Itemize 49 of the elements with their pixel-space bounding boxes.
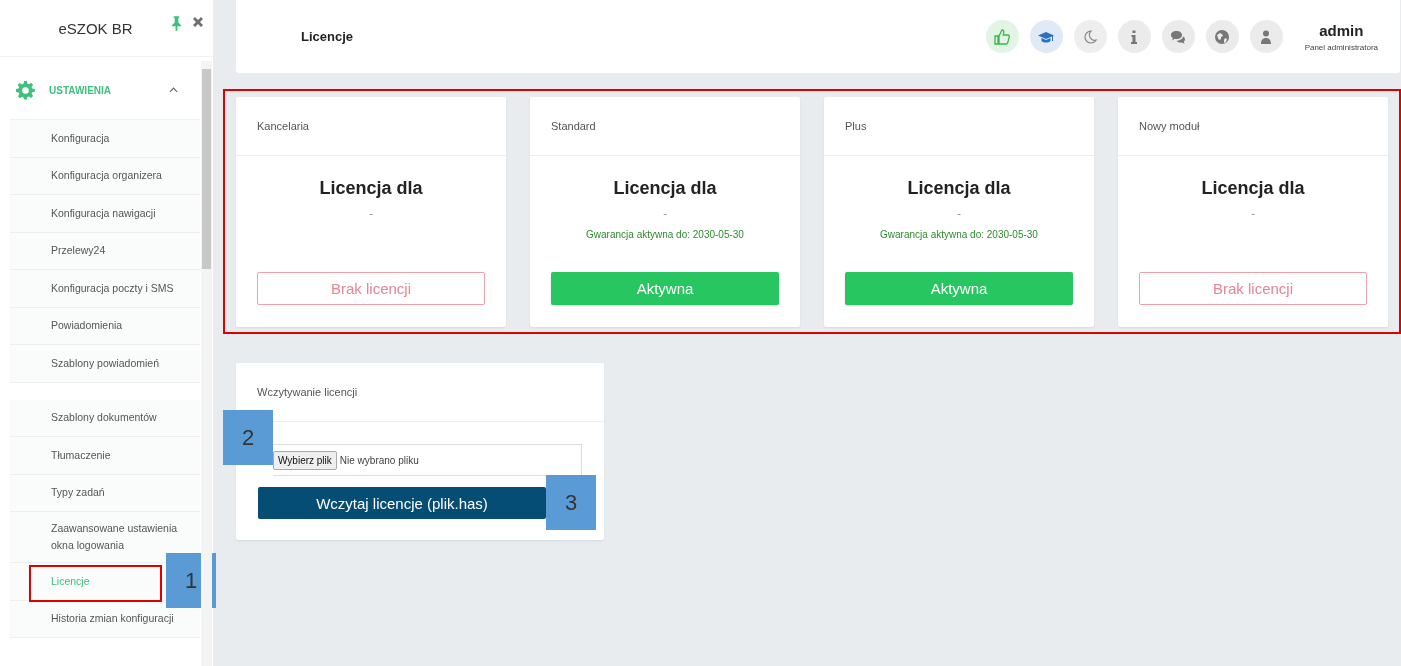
brand-name: eSZOK BR	[58, 19, 133, 37]
nav-item[interactable]: Powiadomienia	[51, 317, 123, 335]
nav-item[interactable]: Przelewy24	[51, 242, 106, 260]
like-button[interactable]	[985, 20, 1019, 53]
theme-button[interactable]	[1073, 20, 1107, 53]
nav-item[interactable]: Konfiguracja nawigacji	[51, 204, 156, 222]
nav-item[interactable]: Konfiguracja organizera	[51, 167, 162, 185]
card-title: Standard	[551, 120, 596, 132]
license-heading: Licencja dla	[613, 178, 717, 199]
card-title: Nowy moduł	[1139, 120, 1200, 132]
license-heading: Licencja dla	[319, 178, 423, 199]
upload-license-button[interactable]: Wczytaj licencje (plik.has)	[258, 487, 546, 519]
choose-file-button[interactable]: Wybierz plik	[273, 450, 337, 470]
warranty-text: Gwarancja aktywna do: 2030-05-30	[880, 229, 1038, 240]
nav-item[interactable]: Konfiguracja	[51, 129, 110, 147]
nav-item[interactable]: Typy zadań	[51, 484, 105, 502]
user-name: admin	[1319, 21, 1364, 39]
language-button[interactable]	[1205, 20, 1239, 53]
nav-item[interactable]: Konfiguracja poczty i SMS	[51, 279, 174, 297]
course-button[interactable]	[1029, 20, 1063, 53]
callout-badge: 3	[546, 475, 596, 530]
close-icon[interactable]	[192, 16, 204, 28]
user-role: Panel administratora	[1304, 42, 1378, 52]
chat-button[interactable]	[1161, 20, 1195, 53]
warranty-text: Gwarancja aktywna do: 2030-05-30	[586, 229, 744, 240]
scrollbar[interactable]	[201, 61, 212, 666]
card-title: Plus	[845, 120, 867, 132]
nav-item[interactable]: Szablony dokumentów	[51, 409, 157, 427]
license-holder: -	[1251, 207, 1255, 219]
file-input[interactable]: Wybierz plik Nie wybrano pliku	[273, 444, 582, 476]
license-holder: -	[957, 207, 961, 219]
card-title: Wczytywanie licencji	[257, 386, 358, 398]
card-title: Kancelaria	[257, 120, 309, 132]
license-holder: -	[663, 207, 667, 219]
callout-badge: 2	[223, 410, 273, 465]
nav-item[interactable]: Historia zmian konfiguracji	[51, 610, 174, 628]
info-button[interactable]	[1117, 20, 1151, 53]
nav-item[interactable]: Szablony powiadomień	[51, 354, 159, 372]
user-button[interactable]	[1249, 20, 1283, 53]
license-holder: -	[369, 207, 373, 219]
chevron-icon	[169, 87, 178, 93]
license-heading: Licencja dla	[1201, 178, 1305, 199]
gear-icon	[16, 80, 35, 100]
nav-item[interactable]: Zaawansowane ustawienia okna logowania	[51, 520, 200, 554]
file-status: Nie wybrano pliku	[339, 454, 419, 466]
page-title: Licencje	[301, 29, 354, 44]
pin-icon[interactable]	[171, 16, 182, 31]
license-heading: Licencja dla	[907, 178, 1011, 199]
nav-item[interactable]: Tłumaczenie	[51, 446, 111, 464]
